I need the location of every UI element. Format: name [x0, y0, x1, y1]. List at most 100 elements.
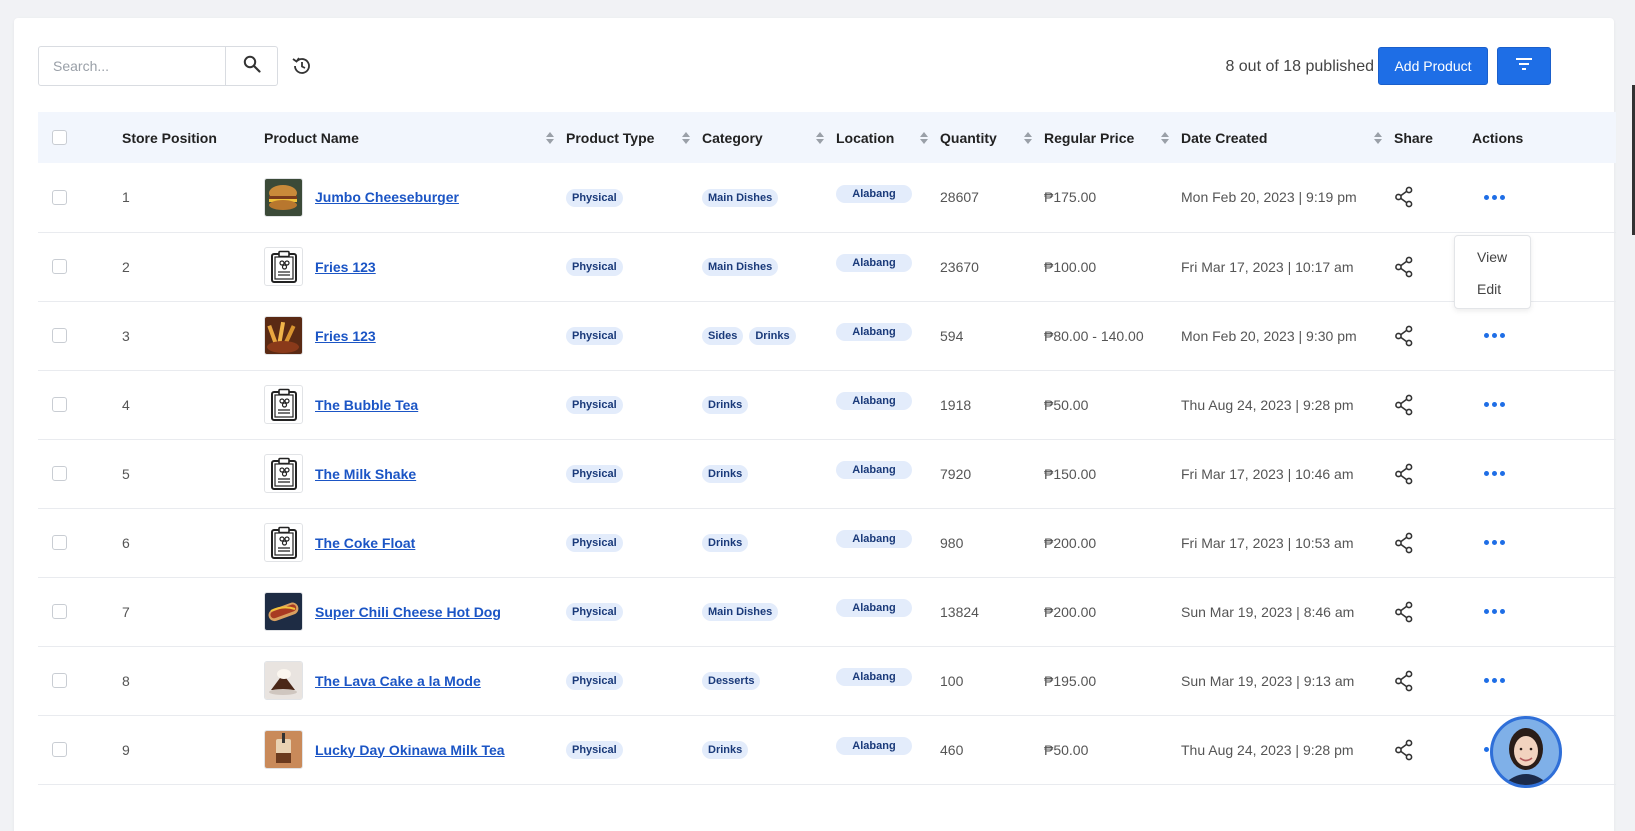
product-thumbnail	[264, 730, 303, 769]
category-tag: Main Dishes	[702, 188, 779, 207]
quantity: 980	[940, 534, 964, 551]
product-name-link[interactable]: The Lava Cake a la Mode	[315, 673, 481, 689]
header-actions: Actions	[1472, 129, 1524, 146]
product-thumbnail	[264, 592, 303, 631]
regular-price: ₱150.00	[1044, 465, 1097, 482]
share-icon[interactable]	[1394, 601, 1414, 623]
table-row: 4 The Bubble Tea Physical Drinks Alabang…	[38, 370, 1616, 439]
quantity: 13824	[940, 603, 979, 620]
date-created: Sun Mar 19, 2023 | 8:46 am	[1181, 603, 1355, 620]
category-tag: Drinks	[749, 327, 796, 345]
regular-price: ₱195.00	[1044, 672, 1097, 689]
category-tag: Desserts	[702, 672, 761, 690]
store-position: 9	[122, 741, 130, 758]
product-thumbnail	[264, 454, 303, 493]
product-name-link[interactable]: Lucky Day Okinawa Milk Tea	[315, 742, 505, 758]
menu-item-edit[interactable]: Edit	[1455, 278, 1530, 310]
search-input[interactable]	[39, 47, 225, 85]
category-tag: Main Dishes	[702, 603, 779, 621]
header-date-created[interactable]: Date Created	[1181, 112, 1394, 163]
header-category[interactable]: Category	[702, 112, 836, 163]
sort-icon	[1374, 131, 1382, 144]
table-row: 9 Lucky Day Okinawa Milk Tea Physical Dr…	[38, 715, 1616, 784]
sort-icon	[816, 131, 824, 144]
row-checkbox[interactable]	[52, 189, 67, 205]
product-name-link[interactable]: Super Chili Cheese Hot Dog	[315, 604, 501, 620]
product-type-tag: Physical	[566, 327, 623, 345]
support-chat-avatar[interactable]	[1490, 716, 1562, 788]
share-icon[interactable]	[1394, 463, 1414, 485]
regular-price: ₱200.00	[1044, 534, 1097, 551]
store-position: 1	[122, 189, 130, 206]
location-tag: Alabang	[836, 392, 912, 410]
row-checkbox[interactable]	[52, 673, 67, 688]
location-tag: Alabang	[836, 530, 912, 548]
row-checkbox[interactable]	[52, 328, 67, 343]
header-product-type[interactable]: Product Type	[566, 112, 702, 163]
date-created: Mon Feb 20, 2023 | 9:19 pm	[1181, 189, 1357, 206]
more-actions-icon[interactable]	[1484, 609, 1505, 614]
product-name-link[interactable]: The Coke Float	[315, 535, 415, 551]
header-product-name[interactable]: Product Name	[264, 112, 566, 163]
regular-price: ₱50.00	[1044, 396, 1089, 413]
more-actions-icon[interactable]	[1484, 402, 1505, 407]
header-quantity[interactable]: Quantity	[940, 112, 1044, 163]
date-created: Thu Aug 24, 2023 | 9:28 pm	[1181, 741, 1354, 758]
product-name-link[interactable]: Jumbo Cheeseburger	[315, 189, 459, 205]
row-checkbox[interactable]	[52, 535, 67, 550]
table-row: 3 Fries 123 Physical Sides Drinks Alabang…	[38, 301, 1616, 370]
regular-price: ₱175.00	[1044, 189, 1097, 206]
table-row: 2 Fries 123 Physical Main Dishes Alabang…	[38, 232, 1616, 301]
product-type-tag: Physical	[566, 465, 623, 483]
row-checkbox[interactable]	[52, 604, 67, 619]
more-actions-icon[interactable]	[1484, 471, 1505, 476]
product-name-link[interactable]: The Milk Shake	[315, 466, 416, 482]
share-icon[interactable]	[1394, 256, 1414, 278]
product-name-link[interactable]: Fries 123	[315, 328, 376, 344]
share-icon[interactable]	[1394, 325, 1414, 347]
row-action-menu: View Edit	[1454, 235, 1531, 309]
table-row: 7 Super Chili Cheese Hot Dog Physical Ma…	[38, 577, 1616, 646]
product-thumbnail	[264, 661, 303, 700]
category-tag: Drinks	[702, 741, 749, 759]
more-actions-icon[interactable]	[1484, 333, 1505, 338]
more-actions-icon[interactable]	[1484, 194, 1505, 200]
row-checkbox[interactable]	[52, 466, 67, 481]
date-created: Fri Mar 17, 2023 | 10:17 am	[1181, 258, 1354, 275]
category-tag: Drinks	[702, 465, 749, 483]
regular-price: ₱80.00 - 140.00	[1044, 327, 1144, 344]
share-icon[interactable]	[1394, 394, 1414, 416]
header-location[interactable]: Location	[836, 112, 940, 163]
header-store-position[interactable]: Store Position	[122, 112, 264, 163]
store-position: 7	[122, 603, 130, 620]
share-icon[interactable]	[1394, 739, 1414, 761]
store-position: 2	[122, 258, 130, 275]
header-regular-price[interactable]: Regular Price	[1044, 112, 1181, 163]
more-actions-icon[interactable]	[1484, 540, 1505, 545]
select-all-checkbox[interactable]	[52, 130, 67, 145]
table-row: 6 The Coke Float Physical Drinks Alabang…	[38, 508, 1616, 577]
category-tag: Main Dishes	[702, 258, 779, 276]
product-type-tag: Physical	[566, 534, 623, 552]
product-name-link[interactable]: Fries 123	[315, 259, 376, 275]
filter-button[interactable]	[1497, 47, 1551, 85]
sort-icon	[1161, 131, 1169, 144]
row-checkbox[interactable]	[52, 397, 67, 412]
store-position: 4	[122, 396, 130, 413]
table-header-row: Store Position Product Name Product Type…	[38, 112, 1616, 163]
share-icon[interactable]	[1394, 670, 1414, 692]
share-icon[interactable]	[1394, 186, 1414, 208]
product-name-link[interactable]: The Bubble Tea	[315, 397, 418, 413]
search-button[interactable]	[225, 47, 277, 85]
location-tag: Alabang	[836, 599, 912, 617]
more-actions-icon[interactable]	[1484, 678, 1505, 683]
location-tag: Alabang	[836, 461, 912, 479]
product-thumbnail	[264, 385, 303, 424]
add-product-button[interactable]: Add Product	[1378, 47, 1488, 85]
row-checkbox[interactable]	[52, 259, 67, 274]
menu-item-view[interactable]: View	[1455, 246, 1530, 278]
row-checkbox[interactable]	[52, 742, 67, 757]
history-button[interactable]	[290, 56, 314, 80]
share-icon[interactable]	[1394, 532, 1414, 554]
header-share: Share	[1394, 129, 1433, 146]
